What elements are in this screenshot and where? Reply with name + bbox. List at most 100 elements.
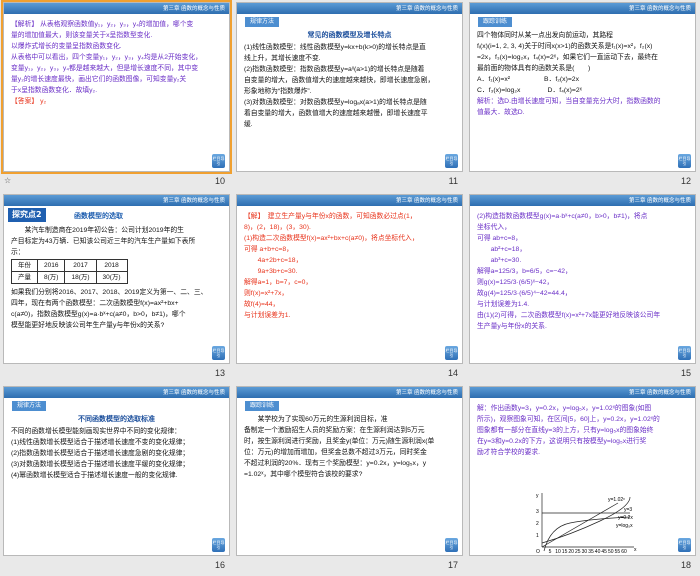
slide-title: 常见的函数模型及增长特点 — [307, 32, 392, 39]
text-line: 则g(x)=125/3·(6/5)ˣ−42， — [477, 279, 554, 286]
slide-canvas[interactable]: 第三章 函数的概念与性质 跟踪训练 四个物体同时从某一点出发向前运动，其路程 fᵢ(x… — [469, 2, 696, 172]
text-line: 某学校为了实现60万元的生源利润目标，准 — [244, 416, 388, 423]
text-line: =2x，f₃(x)=log₂x，f₄(x)=2ˣ，如果它们一直运动下去，最终在 — [477, 54, 658, 61]
graph-label-origin: O — [536, 549, 540, 553]
text-line: 量的增加值最大，则该变量关于x呈指数型变化. — [11, 32, 153, 39]
slide-canvas[interactable]: 第三章 函数的概念与性质 (2)构造指数函数模型g(x)=a·bˣ+c(a≠0，b… — [469, 194, 696, 364]
slide-thumbnail-14[interactable]: 第三章 函数的概念与性质 【解】 建立生产量y与年份x的函数，可知函数必过点(1，… — [233, 192, 466, 384]
slide-thumbnail-11[interactable]: 第三章 函数的概念与性质 规律方法 常见的函数模型及增长特点 (1)线性函数模型：线性… — [233, 0, 466, 192]
x-tick-10: 10 — [555, 549, 561, 553]
slide-number: 12 — [680, 176, 691, 186]
slide-sorter-grid: 第三章 函数的概念与性质 【解析】 从表格观察函数值y₁，y₂，y₃，y₄的增加值… — [0, 0, 700, 576]
back-nav-button[interactable]: 栏目导引 — [445, 346, 458, 360]
text-line: 9a+3b+c=30. — [244, 268, 298, 275]
slide-thumbnail-18[interactable]: 第三章 函数的概念与性质解：作出函数y=3，y=0.2x，y=log₅x，y=1… — [466, 384, 699, 576]
text-line: 所示)，观察图象可知，在区间[5，60]上，y=0.2x，y=1.02ˣ的 — [477, 416, 660, 423]
back-nav-button[interactable]: 栏目导引 — [678, 538, 691, 552]
text-line: 着自变量的增大，函数值增大的速度越来越慢，即增长速度平 — [244, 110, 428, 117]
text-line: 量y₂的增长速度最快，画出它们的函数图像，可知变量y₂关 — [11, 76, 187, 83]
back-nav-button[interactable]: 栏目导引 — [212, 538, 225, 552]
text-line: =1.02ˣ，其中哪个模型符合该校的要求? — [244, 471, 363, 478]
back-nav-button[interactable]: 栏目导引 — [445, 538, 458, 552]
x-tick-30: 30 — [582, 549, 588, 553]
text-line: 变量y₁，y₂，y₃，y₄都是越来越大，但是增长速度不同，其中变 — [11, 65, 199, 72]
text-line: 产目标定为43万辆．已知该公司近三年的汽车生产量如下表所 — [11, 238, 196, 245]
table-cell: 8(万) — [36, 271, 66, 284]
section-tag: 跟踪训练 — [478, 17, 513, 27]
slide-canvas[interactable]: 第三章 函数的概念与性质 规律方法 常见的函数模型及增长特点 (1)线性函数模型：线性… — [236, 2, 463, 172]
slide-thumbnail-10[interactable]: 第三章 函数的概念与性质 【解析】 从表格观察函数值y₁，y₂，y₃，y₄的增加值… — [0, 0, 233, 192]
back-nav-button[interactable]: 栏目导引 — [445, 154, 458, 168]
text-line: fᵢ(x)(i=1, 2, 3, 4)关于时间x(x>1)的函数关系是f₁(x)… — [477, 43, 653, 50]
graph-label-x: x — [634, 547, 637, 553]
text-line: 故g(4)=125/3·(6/5)⁴−42=44.4， — [477, 290, 572, 297]
data-table-wrap: 年份 2016 2017 2018 产量 8(万) 18(万) 30(万) — [11, 259, 222, 284]
slide-number: 14 — [447, 368, 458, 378]
back-nav-button[interactable]: 栏目导引 — [212, 346, 225, 360]
section-tag: 规律方法 — [12, 401, 47, 411]
slide-number: 17 — [447, 560, 458, 570]
y-tick-3: 3 — [536, 509, 539, 515]
slide-body: (1)线性函数模型：线性函数模型y=kx+b(k>0)的增长特点是直 线上升，其增… — [244, 42, 455, 130]
slide-canvas[interactable]: 第三章 函数的概念与性质 规律方法 不同函数模型的选取标准 不同的函数增长模型能刻画现… — [3, 386, 230, 556]
text-line: c(a≠0)，指数函数模型g(x)=a·bˣ+c(a≠0，b>0，b≠1)，哪个 — [11, 311, 186, 318]
text-line: 坐标代入， — [477, 224, 511, 231]
text-line: 于x呈指数函数变化．故填y₂. — [11, 87, 98, 94]
back-nav-button[interactable]: 栏目导引 — [678, 346, 691, 360]
text-line: 解：作出函数y=3，y=0.2x，y=log₅x，y=1.02ˣ的图象(如图 — [477, 405, 652, 412]
graph-label-1.02x: y=1.02ˣ — [608, 497, 625, 503]
graph-label-log5x: y=log₅x — [616, 523, 633, 529]
text-line: (1)构造二次函数模型f(x)=ax²+bx+c(a≠0)，将点坐标代入， — [244, 235, 419, 242]
slide-header-text: 第三章 函数的概念与性质 — [628, 198, 691, 204]
text-line: 解析：选D.由增长速度可知，当自变量充分大时，指数函数的 — [477, 98, 661, 105]
slide-thumbnail-16[interactable]: 第三章 函数的概念与性质 规律方法 不同函数模型的选取标准 不同的函数增长模型能刻画现… — [0, 384, 233, 576]
slide-canvas[interactable]: 第三章 函数的概念与性质 探究点2 函数模型的选取 某汽车制造商在2019年初公告：… — [3, 194, 230, 364]
slide-header-text: 第三章 函数的概念与性质 — [162, 6, 225, 12]
slide-header-bar: 第三章 函数的概念与性质 — [470, 195, 695, 206]
slide-canvas[interactable]: 第三章 函数的概念与性质 【解】 建立生产量y与年份x的函数，可知函数必过点(1，… — [236, 194, 463, 364]
slide-number: 18 — [680, 560, 691, 570]
text-line: 缓. — [244, 121, 253, 128]
slide-number: 13 — [214, 368, 225, 378]
y-tick-1: 1 — [536, 533, 539, 539]
slide-header-bar: 第三章 函数的概念与性质 — [470, 3, 695, 14]
slide-body: 不同的函数增长模型能刻画现实世界中不同的变化规律： (1)线性函数增长模型适合于描… — [11, 426, 222, 481]
back-nav-button[interactable]: 栏目导引 — [212, 154, 225, 168]
text-line: 位：万元)的增加而增加，但奖金总数不超过3万元，同时奖金 — [244, 449, 427, 456]
slide-header-bar: 第三章 函数的概念与性质 — [237, 387, 462, 398]
text-line: (1)线性函数模型：线性函数模型y=kx+b(k>0)的增长特点是直 — [244, 44, 426, 51]
text-line: 时，按生源利润进行奖励，且奖金y(单位：万元)随生源利润x(单 — [244, 438, 435, 445]
y-tick-2: 2 — [536, 521, 539, 527]
text-line: (2)构造指数函数模型g(x)=a·bˣ+c(a≠0，b>0，b≠1)，将点 — [477, 213, 648, 220]
text-line: 形象地称为“指数爆炸”. — [244, 88, 312, 95]
back-nav-button[interactable]: 栏目导引 — [678, 154, 691, 168]
text-line: 备制定一个激励招生人员的奖励方案：在生源利润达到5万元 — [244, 427, 425, 434]
x-tick-45: 45 — [601, 549, 607, 553]
text-line: 与计划误差为1.4. — [477, 301, 530, 308]
section-tag: 规律方法 — [245, 17, 280, 27]
slide-header-bar: 第三章 函数的概念与性质 — [4, 3, 229, 14]
function-graph: yy=1.02ˣy=3y=0.2xy=log₅xxO 5 10 15 20 25 30 35 4… — [536, 493, 637, 553]
graph-label-y3: y=3 — [624, 507, 632, 513]
slide-thumbnail-17[interactable]: 第三章 函数的概念与性质跟踪训练 某学校为了实现60万元的生源利润目标，准备制定… — [233, 384, 466, 576]
slide-thumbnail-12[interactable]: 第三章 函数的概念与性质 跟踪训练 四个物体同时从某一点出发向前运动，其路程 fᵢ(x… — [466, 0, 699, 192]
section-tag: 跟踪训练 — [245, 401, 280, 411]
explore-title: 函数模型的选取 — [74, 212, 123, 220]
text-line: 4a+2b+c=18， — [244, 257, 303, 264]
x-tick-20: 20 — [568, 549, 574, 553]
text-line: 四年，现在有两个函数模型：二次函数模型f(x)=ax²+bx+ — [11, 300, 179, 307]
text-line: 由(1)(2)可得，二次函数模型f(x)=x²+7x能更好地反映该公司年 — [477, 312, 661, 319]
slide-canvas[interactable]: 第三章 函数的概念与性质 【解析】 从表格观察函数值y₁，y₂，y₃，y₄的增加值… — [1, 0, 232, 174]
slide-canvas[interactable]: 第三章 函数的概念与性质解：作出函数y=3，y=0.2x，y=log₅x，y=1… — [469, 386, 696, 556]
x-tick-55: 55 — [615, 549, 621, 553]
slide-header-bar: 第三章 函数的概念与性质 — [237, 195, 462, 206]
text-line: (3)对数函数模型：对数函数模型y=logₐx(a>1)的增长特点是随 — [244, 99, 427, 106]
text-line: 在y=3和y=0.2x的下方，这说明只有按模型y=log₅x进行奖 — [477, 438, 647, 445]
slide-thumbnail-13[interactable]: 第三章 函数的概念与性质 探究点2 函数模型的选取 某汽车制造商在2019年初公告：… — [0, 192, 233, 384]
slide-header-bar: 第三章 函数的概念与性质 — [470, 387, 695, 398]
x-tick-50: 50 — [608, 549, 614, 553]
text-line: ab²+c=18， — [477, 246, 527, 253]
slide-canvas[interactable]: 第三章 函数的概念与性质跟踪训练 某学校为了实现60万元的生源利润目标，准备制定… — [236, 386, 463, 556]
text-line: 以爆炸式增长的变量呈指数函数变化. — [11, 43, 122, 50]
slide-thumbnail-15[interactable]: 第三章 函数的概念与性质 (2)构造指数函数模型g(x)=a·bˣ+c(a≠0，b… — [466, 192, 699, 384]
